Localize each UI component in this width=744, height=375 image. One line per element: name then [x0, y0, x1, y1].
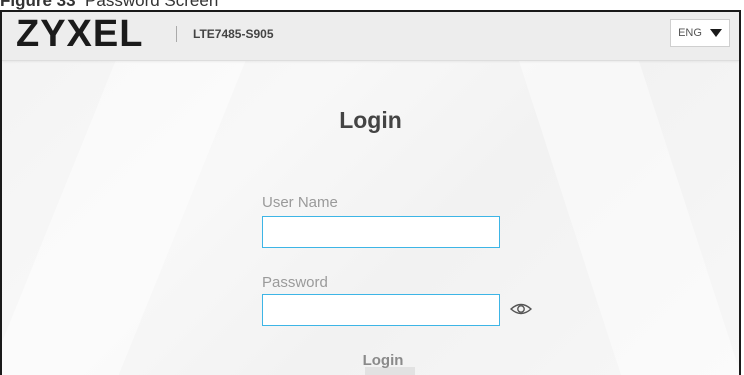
language-label: ENG [678, 27, 702, 39]
username-input[interactable] [262, 216, 500, 248]
background-stripe [503, 12, 739, 375]
figure-caption: Figure 33 Password Screen [0, 0, 744, 10]
caret-down-icon [709, 29, 722, 37]
model-name: LTE7485-S905 [193, 27, 274, 41]
language-select[interactable]: ENG [670, 19, 730, 47]
password-input[interactable] [262, 294, 500, 326]
top-bar: ZYXEL LTE7485-S905 ENG [2, 12, 739, 61]
figure-caption-text: Password Screen [85, 0, 219, 10]
zyxel-logo: ZYXEL [16, 13, 144, 55]
background-stripe [2, 12, 266, 375]
login-title: Login [339, 107, 402, 133]
figure-caption-label: Figure 33 [0, 0, 76, 10]
login-button[interactable]: Login [353, 345, 413, 375]
header-divider [176, 26, 177, 42]
show-password-eye-icon[interactable] [510, 301, 532, 317]
login-page: ZYXEL LTE7485-S905 ENG Login User Name P… [0, 10, 741, 375]
username-label: User Name [262, 194, 338, 211]
password-label: Password [262, 274, 328, 291]
